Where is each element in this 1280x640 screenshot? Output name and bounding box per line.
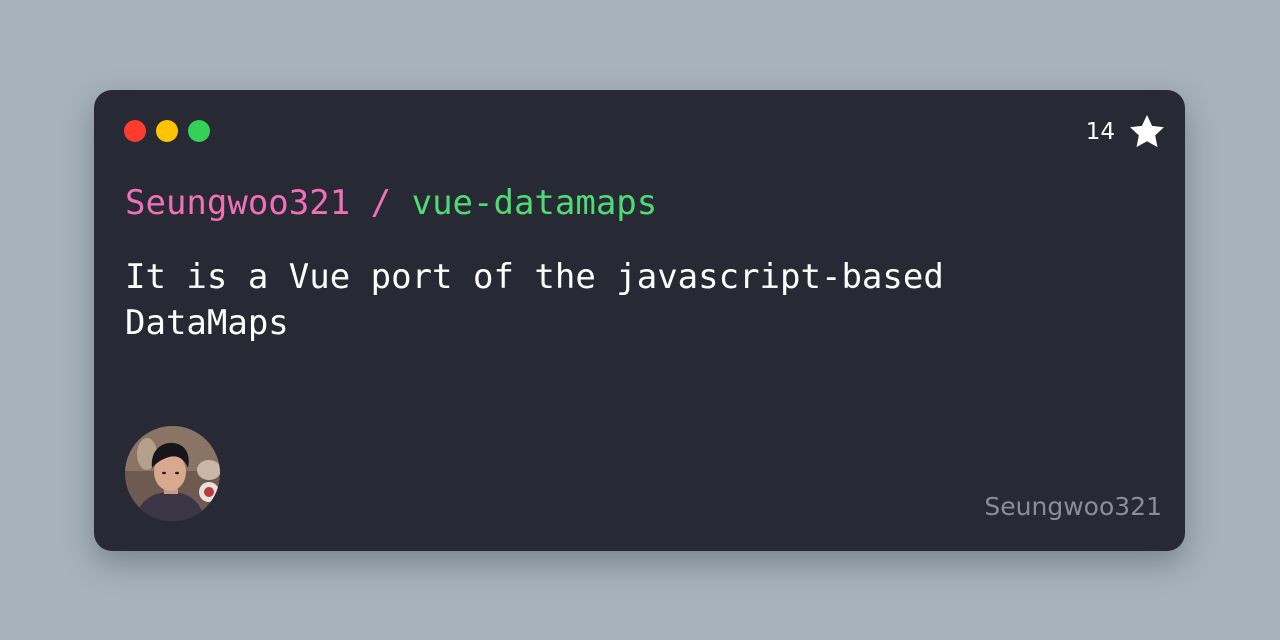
- star-icon: [1130, 115, 1164, 148]
- repo-owner: Seungwoo321: [125, 183, 351, 223]
- repo-card: 14 Seungwoo321 / vue-datamaps It is a Vu…: [94, 90, 1185, 551]
- maximize-dot: [188, 120, 210, 142]
- repo-description: It is a Vue port of the javascript-based…: [125, 257, 944, 343]
- star-count: 14: [1086, 112, 1167, 152]
- repo-title: Seungwoo321 / vue-datamaps: [125, 179, 657, 227]
- user-avatar: [125, 426, 220, 521]
- window-controls: [124, 120, 210, 142]
- repo-separator: /: [350, 183, 412, 223]
- footer-username: Seungwoo321: [984, 492, 1162, 521]
- minimize-dot: [156, 120, 178, 142]
- close-dot: [124, 120, 146, 142]
- repo-name: vue-datamaps: [411, 183, 658, 223]
- star-count-value: 14: [1085, 119, 1115, 145]
